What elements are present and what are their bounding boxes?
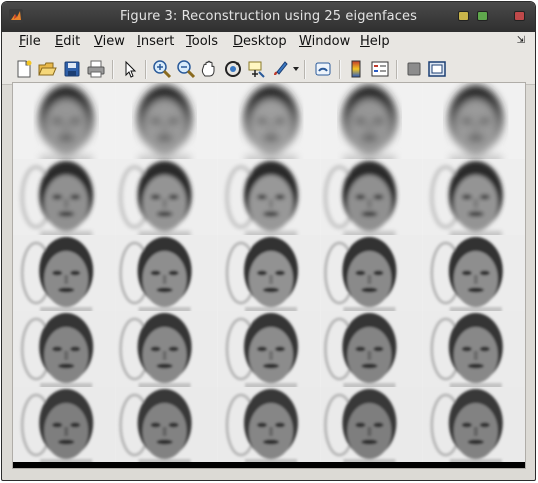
- reconstruction-panel: [217, 387, 321, 463]
- brush-dropdown-arrow[interactable]: [293, 67, 299, 71]
- reconstruction-panel: [217, 159, 321, 243]
- colorbar-icon[interactable]: [346, 59, 366, 79]
- pan-hand-icon[interactable]: [199, 59, 219, 79]
- link-plot-icon[interactable]: [313, 59, 333, 79]
- reconstruction-panel: [115, 235, 218, 319]
- canvas-bottom-edge: [13, 462, 525, 468]
- menu-edit[interactable]: Edit: [55, 34, 80, 49]
- menu-insert-label: nsert: [140, 34, 175, 49]
- reconstruction-panel: [422, 235, 525, 319]
- menu-help-label: elp: [369, 34, 390, 49]
- eigenface-grid: [13, 83, 525, 463]
- reconstruction-panel: [320, 387, 423, 463]
- menu-edit-label: dit: [63, 34, 81, 49]
- toolbar-separator: [339, 60, 341, 79]
- reconstruction-panel: [217, 311, 321, 395]
- figure-canvas[interactable]: [12, 82, 526, 469]
- print-figure-icon[interactable]: [86, 59, 106, 79]
- reconstruction-panel: [13, 311, 116, 395]
- data-cursor-icon[interactable]: [247, 59, 267, 79]
- toolbar-separator: [145, 60, 147, 79]
- toolbar-separator: [304, 60, 306, 79]
- brush-icon[interactable]: [270, 59, 290, 79]
- reconstruction-panel: [217, 83, 321, 167]
- reconstruction-panel: [320, 159, 423, 243]
- dock-arrow-icon[interactable]: ⇲: [517, 35, 525, 46]
- open-file-icon[interactable]: [37, 59, 57, 79]
- menu-tools[interactable]: Tools: [186, 34, 218, 49]
- menu-view[interactable]: View: [94, 34, 125, 49]
- maximize-button[interactable]: [477, 11, 488, 21]
- zoom-out-icon[interactable]: [176, 59, 196, 79]
- reconstruction-panel: [115, 159, 218, 243]
- reconstruction-panel: [320, 235, 423, 319]
- reconstruction-panel: [13, 159, 116, 243]
- reconstruction-panel: [13, 387, 116, 463]
- reconstruction-panel: [320, 83, 423, 167]
- window-title: Figure 3: Reconstruction using 25 eigenf…: [120, 9, 417, 24]
- reconstruction-panel: [217, 235, 321, 319]
- title-bar[interactable]: Figure 3: Reconstruction using 25 eigenf…: [2, 2, 535, 32]
- close-button[interactable]: [514, 11, 525, 21]
- reconstruction-panel: [422, 387, 525, 463]
- menu-tools-label: ools: [191, 34, 219, 49]
- menu-desktop-label: esktop: [243, 34, 287, 49]
- hide-plot-tools-icon[interactable]: [404, 59, 424, 79]
- menu-insert[interactable]: Insert: [137, 34, 174, 49]
- reconstruction-panel: [115, 387, 218, 463]
- menu-view-label: iew: [102, 34, 125, 49]
- figure-window: Figure 3: Reconstruction using 25 eigenf…: [1, 1, 536, 481]
- reconstruction-panel: [320, 311, 423, 395]
- menu-desktop[interactable]: Desktop: [233, 34, 287, 49]
- reconstruction-panel: [422, 83, 525, 167]
- menu-file-label: ile: [25, 34, 41, 49]
- edit-plot-arrow-icon[interactable]: [120, 59, 140, 79]
- menu-bar: File Edit View Insert Tools Desktop Wind…: [2, 32, 535, 54]
- minimize-button[interactable]: [458, 11, 469, 21]
- reconstruction-panel: [422, 311, 525, 395]
- new-figure-icon[interactable]: [14, 59, 34, 79]
- reconstruction-panel: [13, 83, 116, 167]
- reconstruction-panel: [115, 311, 218, 395]
- menu-file[interactable]: File: [19, 34, 41, 49]
- rotate-3d-icon[interactable]: [223, 59, 243, 79]
- menu-window-label: indow: [311, 34, 351, 49]
- legend-icon[interactable]: [370, 59, 390, 79]
- toolbar-separator: [112, 60, 114, 79]
- menu-help[interactable]: Help: [360, 34, 390, 49]
- reconstruction-panel: [13, 235, 116, 319]
- reconstruction-panel: [115, 83, 218, 167]
- toolbar-separator: [396, 60, 398, 79]
- figure-toolbar: [2, 54, 535, 85]
- reconstruction-panel: [422, 159, 525, 243]
- menu-window[interactable]: Window: [299, 34, 350, 49]
- show-plot-tools-icon[interactable]: [427, 59, 447, 79]
- zoom-in-icon[interactable]: [152, 59, 172, 79]
- save-figure-icon[interactable]: [62, 59, 82, 79]
